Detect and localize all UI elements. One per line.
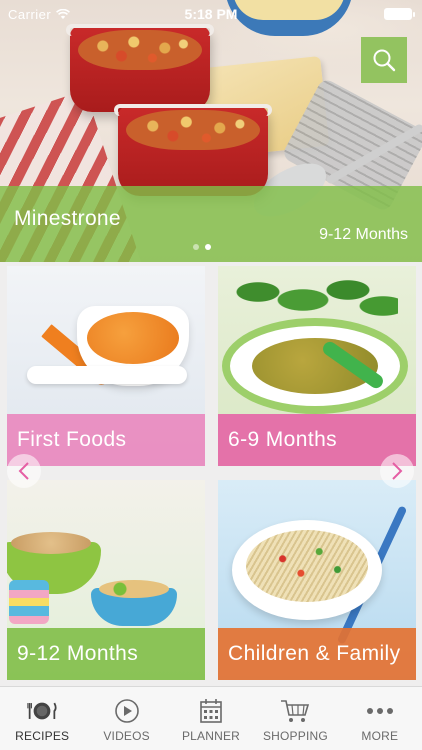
soup-pot <box>66 24 214 112</box>
calendar-icon <box>196 697 226 725</box>
hero-title: Minestrone <box>14 207 121 230</box>
vegetable-bowl-image <box>91 580 177 626</box>
spoon-image <box>27 366 187 384</box>
tab-label: SHOPPING <box>262 729 328 743</box>
next-arrow-button[interactable] <box>380 454 414 488</box>
more-icon <box>365 697 395 725</box>
hero-age-range: 9-12 Months <box>319 226 408 243</box>
tab-label: VIDEOS <box>103 729 150 743</box>
noodle-plate-image <box>232 520 382 620</box>
status-bar: Carrier 5:18 PM <box>0 0 422 28</box>
category-label: First Foods <box>7 414 205 466</box>
play-icon <box>112 697 142 725</box>
tab-planner[interactable]: PLANNER <box>169 687 253 750</box>
status-time: 5:18 PM <box>184 6 238 22</box>
category-tile-first-foods[interactable]: First Foods <box>7 266 205 466</box>
category-label: 9-12 Months <box>7 628 205 680</box>
puree-bowl-image <box>222 318 408 414</box>
tab-label: MORE <box>361 729 399 743</box>
chevron-left-icon <box>18 462 29 480</box>
tab-shopping[interactable]: SHOPPING <box>253 687 337 750</box>
tab-label: RECIPES <box>15 729 70 743</box>
category-tile-children-family[interactable]: Children & Family <box>218 480 416 680</box>
battery-icon <box>384 8 415 20</box>
search-button[interactable] <box>361 37 407 83</box>
category-tile-6-9-months[interactable]: 6-9 Months <box>218 266 416 466</box>
soup-pot <box>114 104 272 196</box>
page-dot-active[interactable] <box>205 244 211 250</box>
category-tile-9-12-months[interactable]: 9-12 Months <box>7 480 205 680</box>
tab-recipes[interactable]: RECIPES <box>0 687 84 750</box>
plate-cutlery-icon <box>27 697 57 725</box>
search-icon <box>373 49 396 72</box>
stacking-cups-image <box>9 580 49 624</box>
chevron-right-icon <box>392 462 403 480</box>
tab-bar: RECIPES VIDEOS PLANNER SHOPPING MORE <box>0 686 422 750</box>
previous-arrow-button[interactable] <box>7 454 41 488</box>
cart-icon <box>280 697 310 725</box>
tab-more[interactable]: MORE <box>338 687 422 750</box>
page-dot[interactable] <box>193 244 199 250</box>
tab-label: PLANNER <box>181 729 241 743</box>
tab-videos[interactable]: VIDEOS <box>84 687 168 750</box>
category-label: Children & Family <box>218 628 416 680</box>
page-indicator[interactable] <box>193 244 211 250</box>
basil-leaves-image <box>228 272 398 322</box>
